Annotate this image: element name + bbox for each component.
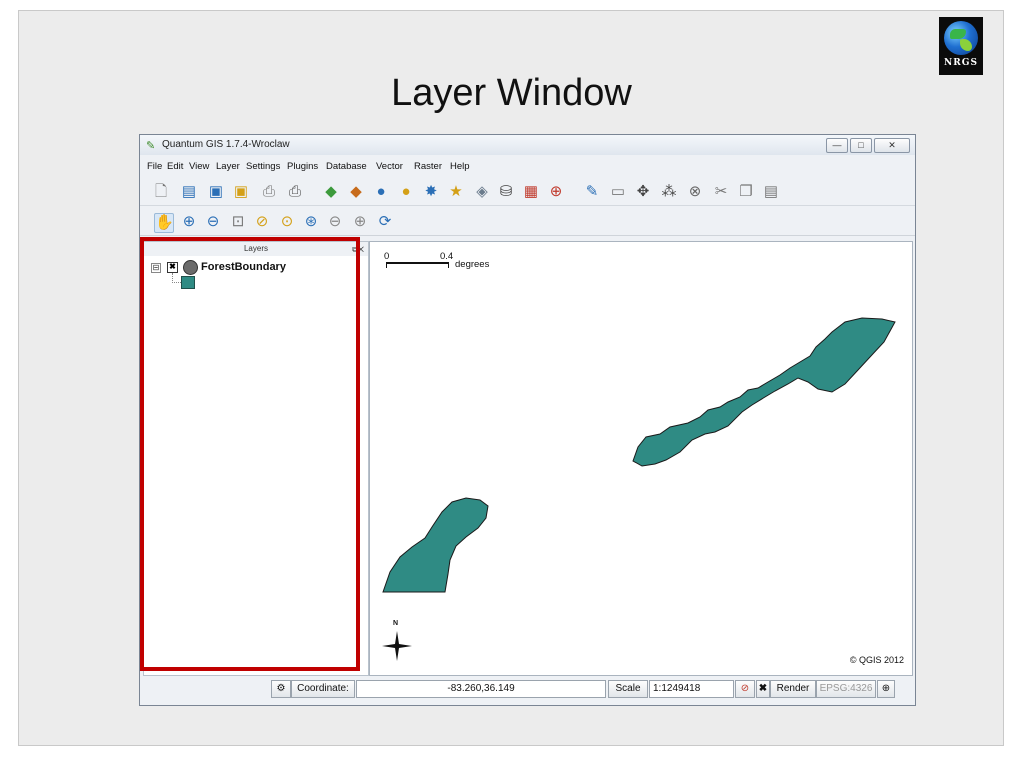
render-checkbox[interactable]: ✖: [756, 680, 770, 698]
cut-features-icon[interactable]: ✂: [712, 183, 730, 201]
zoom-out-icon[interactable]: ⊖: [204, 213, 222, 231]
maximize-button[interactable]: □: [850, 138, 872, 153]
menu-settings[interactable]: Settings: [246, 161, 280, 172]
zoom-to-layer-icon[interactable]: ⊙: [278, 213, 296, 231]
globe-icon: [944, 21, 978, 55]
zoom-next-icon[interactable]: ⊕: [351, 213, 369, 231]
menu-help[interactable]: Help: [450, 161, 470, 172]
toggle-editing-icon[interactable]: ⊕: [547, 183, 565, 201]
scale-label: Scale: [608, 680, 648, 698]
qgis-app-icon: ✎: [146, 140, 156, 152]
zoom-full-icon[interactable]: ⊡: [229, 213, 247, 231]
add-vector-layer-icon[interactable]: ◆: [322, 183, 340, 201]
highlight-frame: [140, 237, 360, 671]
north-arrow-label: N: [393, 620, 399, 627]
print-icon[interactable]: ⎙: [286, 183, 304, 201]
add-spatialite-layer-icon[interactable]: ●: [397, 183, 415, 201]
menu-file[interactable]: File: [147, 161, 162, 172]
menu-raster[interactable]: Raster: [414, 161, 442, 172]
pan-icon[interactable]: ✋: [154, 213, 174, 233]
menu-vector[interactable]: Vector: [376, 161, 403, 172]
zoom-to-selection-icon[interactable]: ⊘: [253, 213, 271, 231]
map-navigation-toolbar: ✋ ⊕ ⊖ ⊡ ⊘ ⊙ ⊛ ⊖ ⊕ ⟳: [140, 207, 915, 236]
menu-layer[interactable]: Layer: [216, 161, 240, 172]
file-toolbar: 🗋 ▤ ▣ ▣ ⎙ ⎙ ◆ ◆ ● ● ✸ ★ ◈ ⛁ ▦ ⊕ ✎ ▭ ✥ ⁂ …: [140, 177, 915, 206]
menu-bar: File Edit View Layer Settings Plugins Da…: [140, 157, 915, 175]
menu-view[interactable]: View: [189, 161, 209, 172]
add-wfs-layer-icon[interactable]: ◈: [473, 183, 491, 201]
map-features: [382, 317, 896, 593]
copy-features-icon[interactable]: ❐: [737, 183, 755, 201]
open-project-icon[interactable]: ▤: [180, 183, 198, 201]
move-feature-icon[interactable]: ✥: [634, 183, 652, 201]
menu-database[interactable]: Database: [326, 161, 367, 172]
slide-title: Layer Window: [391, 72, 632, 114]
save-edits-icon[interactable]: ▭: [609, 183, 627, 201]
save-as-icon[interactable]: ▣: [232, 183, 250, 201]
menu-edit[interactable]: Edit: [167, 161, 183, 172]
database-icon[interactable]: ⛁: [497, 183, 515, 201]
stop-render-icon[interactable]: ⊘: [735, 680, 755, 698]
zoom-last-icon[interactable]: ⊖: [326, 213, 344, 231]
add-postgis-layer-icon[interactable]: ●: [372, 183, 390, 201]
add-wms-layer-icon[interactable]: ✸: [422, 183, 440, 201]
render-label: Render: [770, 680, 816, 698]
logo-text: NRGS: [944, 58, 978, 68]
minimize-button[interactable]: —: [826, 138, 848, 153]
save-project-icon[interactable]: ▣: [207, 183, 225, 201]
status-bar: ⚙ Coordinate: -83.260,36.149 Scale 1:124…: [140, 676, 915, 705]
coordinate-label: Coordinate:: [291, 680, 355, 698]
refresh-icon[interactable]: ⟳: [376, 213, 394, 231]
forest-polygon-east: [632, 317, 896, 467]
window-title: Quantum GIS 1.7.4-Wroclaw: [162, 139, 290, 150]
crs-settings-icon[interactable]: ⊕: [877, 680, 895, 698]
open-table-icon[interactable]: ▦: [522, 183, 540, 201]
map-canvas[interactable]: 0 0.4 degrees N © QGIS 2012: [369, 241, 913, 676]
menu-plugins[interactable]: Plugins: [287, 161, 318, 172]
window-titlebar[interactable]: ✎ Quantum GIS 1.7.4-Wroclaw — □ ✕: [140, 135, 915, 155]
nrgs-logo: NRGS: [939, 17, 983, 75]
new-shapefile-icon[interactable]: ★: [447, 183, 465, 201]
toggle-coordinate-icon[interactable]: ⚙: [271, 680, 291, 698]
coordinate-field[interactable]: -83.260,36.149: [356, 680, 606, 698]
add-raster-layer-icon[interactable]: ◆: [347, 183, 365, 201]
toggle-editing-pencil-icon[interactable]: ✎: [583, 183, 601, 201]
delete-selected-icon[interactable]: ⊗: [686, 183, 704, 201]
print-composer-icon[interactable]: ⎙: [260, 183, 278, 201]
crs-status[interactable]: EPSG:4326: [816, 680, 876, 698]
forest-polygon-west: [382, 497, 489, 593]
node-tool-icon[interactable]: ⁂: [660, 183, 678, 201]
scale-field[interactable]: 1:1249418: [649, 680, 734, 698]
zoom-actual-size-icon[interactable]: ⊛: [302, 213, 320, 231]
zoom-in-icon[interactable]: ⊕: [180, 213, 198, 231]
new-project-icon[interactable]: 🗋: [152, 183, 170, 201]
map-copyright: © QGIS 2012: [849, 655, 904, 665]
north-arrow-icon: [382, 631, 412, 661]
paste-features-icon[interactable]: ▤: [762, 183, 780, 201]
close-button[interactable]: ✕: [874, 138, 910, 153]
